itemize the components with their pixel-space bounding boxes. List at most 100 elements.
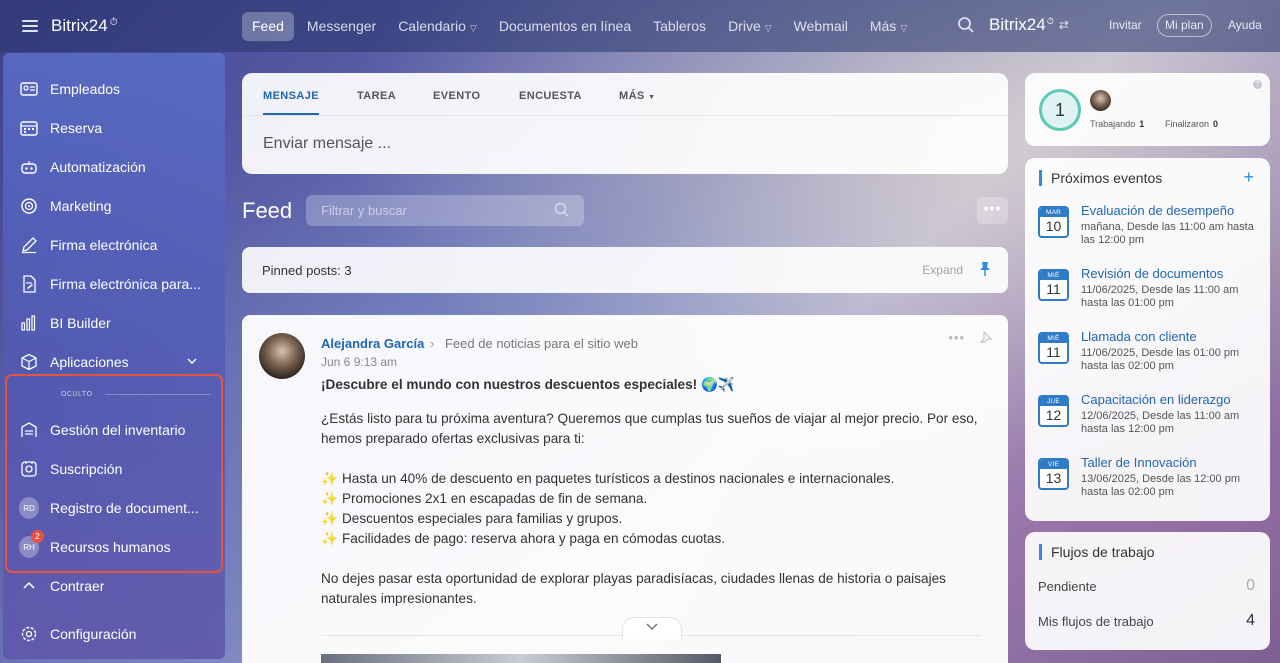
sidebar-item-label: Empleados [50, 81, 121, 97]
sidebar-item-marketing[interactable]: Marketing [19, 195, 219, 217]
tab-feed[interactable]: Feed [242, 12, 294, 41]
event-time: 11/06/2025, Desde las 11:00 am hasta las… [1081, 284, 1239, 309]
list-item-text: Descuentos especiales para familias y gr… [341, 511, 623, 526]
help-button[interactable]: Ayuda [1220, 14, 1270, 37]
sidebar-item-booking[interactable]: Reserva [19, 117, 219, 139]
tab-boards[interactable]: Tableros [642, 12, 717, 41]
chevron-down-icon: ▽ [469, 23, 477, 33]
help-icon[interactable]: ? [1253, 80, 1262, 89]
workflows-mine[interactable]: Mis flujos de trabajo 4 [1038, 612, 1257, 629]
tab-messenger[interactable]: Messenger [296, 12, 387, 41]
cube-icon [19, 352, 39, 372]
event-item[interactable]: MIÉ 11 Llamada con cliente 11/06/2025, De… [1038, 328, 1266, 378]
page-title: Feed [242, 198, 293, 223]
robot-icon [19, 157, 39, 177]
event-name[interactable]: Evaluación de desempeño [1081, 203, 1234, 218]
brand-logo[interactable]: Bitrix24 ⏱ [51, 16, 118, 36]
workflows-mine-value: 4 [1246, 612, 1255, 629]
post-title: ¡Descubre el mundo con nuestros descuent… [321, 377, 735, 392]
post-intro: ¿Estás listo para tu próxima aventura? Q… [321, 411, 978, 446]
composer-tab-more[interactable]: MÁS ▼ [619, 90, 655, 102]
post-more-button[interactable]: ••• [948, 330, 965, 345]
author-avatar[interactable] [259, 333, 305, 379]
worktime-widget: 1 Trabajando 1 Finalizaron 0 ? [1025, 73, 1270, 146]
workflows-pending[interactable]: Pendiente 0 [1038, 577, 1257, 594]
post-author[interactable]: Alejandra García [321, 336, 424, 351]
pinned-count: Pinned posts: 3 [262, 263, 352, 278]
sidebar-item-label: BI Builder [50, 315, 111, 331]
event-day: 12 [1045, 407, 1062, 423]
expand-post-button[interactable] [622, 617, 682, 639]
event-item[interactable]: VIE 13 Taller de Innovación 13/06/2025, D… [1038, 454, 1266, 504]
post-date[interactable]: Jun 6 9:13 am [321, 355, 397, 369]
calendar-icon: VIE 13 [1038, 458, 1069, 490]
event-time: 12/06/2025, Desde las 11:00 am hasta las… [1081, 410, 1240, 435]
pen-icon [19, 235, 39, 255]
chevron-down-icon[interactable] [187, 356, 197, 366]
caret-down-icon: ▼ [648, 94, 656, 101]
event-month: JUE [1040, 397, 1067, 406]
my-plan-button[interactable]: Mi plan [1157, 14, 1212, 37]
event-item[interactable]: MIÉ 11 Revisión de documentos 11/06/2025,… [1038, 265, 1266, 315]
sidebar-item-e-signature-hr[interactable]: Firma electrónica para... [19, 273, 219, 295]
pinned-posts-bar[interactable]: Pinned posts: 3 Expand [242, 247, 1008, 293]
composer-tab-task[interactable]: TAREA [357, 90, 396, 102]
sidebar-item-employees[interactable]: Empleados [19, 78, 219, 100]
feed-more-button[interactable]: ••• [977, 197, 1008, 224]
tab-drive[interactable]: Drive ▽ [717, 12, 783, 41]
workflows-title: Flujos de trabajo [1039, 544, 1155, 560]
sidebar-item-bi-builder[interactable]: BI Builder [19, 312, 219, 334]
sparkles-icon: ✨ [321, 491, 338, 506]
post-composer: MENSAJE TAREA EVENTO ENCUESTA MÁS ▼ Envi… [242, 73, 1008, 174]
event-name[interactable]: Capacitación en liderazgo [1081, 392, 1231, 407]
finished-stat: Finalizaron 0 [1165, 119, 1218, 129]
tab-webmail[interactable]: Webmail [783, 12, 859, 41]
chevron-down-icon: ▽ [764, 23, 772, 33]
composer-tab-message[interactable]: MENSAJE [263, 90, 319, 102]
event-name[interactable]: Taller de Innovación [1081, 455, 1197, 470]
sidebar-item-label: Firma electrónica para... [50, 276, 201, 292]
tab-documents[interactable]: Documentos en línea [488, 12, 642, 41]
expand-link[interactable]: Expand [922, 263, 963, 277]
clock-icon: ⏱ [109, 16, 118, 28]
avatar[interactable] [1090, 90, 1111, 111]
bar-chart-icon [19, 313, 39, 333]
list-item-text: Promociones 2x1 en escapadas de fin de s… [341, 491, 648, 506]
search-icon [554, 202, 569, 217]
composer-tab-event[interactable]: EVENTO [433, 90, 480, 102]
sidebar-item-applications[interactable]: Aplicaciones [19, 351, 219, 373]
tab-calendar[interactable]: Calendario ▽ [387, 12, 488, 41]
brand-logo-right[interactable]: Bitrix24 ⏱ ⇄ [989, 15, 1069, 35]
sidebar-item-label: Contraer [50, 578, 105, 594]
search-placeholder: Filtrar y buscar [321, 203, 407, 218]
top-nav-tabs: Feed Messenger Calendario ▽ Documentos en… [242, 12, 918, 41]
event-item[interactable]: JUE 12 Capacitación en liderazgo 12/06/20… [1038, 391, 1266, 441]
worktime-counter[interactable]: 1 [1039, 89, 1081, 131]
pin-icon[interactable] [979, 261, 991, 277]
add-event-button[interactable]: + [1243, 167, 1254, 188]
post-destination[interactable]: Feed de noticias para el sitio web [445, 336, 638, 351]
feed-search-input[interactable]: Filtrar y buscar [306, 195, 584, 226]
list-item: ✨ Hasta un 40% de descuento en paquetes t… [321, 469, 991, 489]
clock-icon: ⏱ [1046, 15, 1054, 26]
event-day: 11 [1046, 281, 1061, 297]
event-name[interactable]: Revisión de documentos [1081, 266, 1223, 281]
sidebar-item-e-signature[interactable]: Firma electrónica [19, 234, 219, 256]
tab-more[interactable]: Más ▽ [859, 12, 918, 41]
hidden-items-highlight [5, 374, 223, 573]
post-image[interactable] [321, 654, 721, 663]
sidebar-item-settings[interactable]: Configuración [19, 623, 219, 645]
event-item[interactable]: MAR 10 Evaluación de desempeño mañana, De… [1038, 202, 1266, 252]
pin-icon[interactable] [980, 331, 992, 343]
event-name[interactable]: Llamada con cliente [1081, 329, 1197, 344]
sidebar-item-label: Automatización [50, 159, 146, 175]
composer-tab-poll[interactable]: ENCUESTA [519, 90, 582, 102]
menu-icon[interactable] [22, 20, 38, 32]
search-icon[interactable] [957, 16, 975, 34]
sidebar-item-automation[interactable]: Automatización [19, 156, 219, 178]
post-closing: No dejes pasar esta oportunidad de explo… [321, 571, 946, 606]
message-input[interactable]: Enviar mensaje ... [263, 135, 391, 153]
chevron-down-icon [646, 623, 658, 631]
invite-button[interactable]: Invitar [1101, 14, 1150, 37]
sidebar-collapse[interactable]: Contraer [19, 575, 219, 597]
